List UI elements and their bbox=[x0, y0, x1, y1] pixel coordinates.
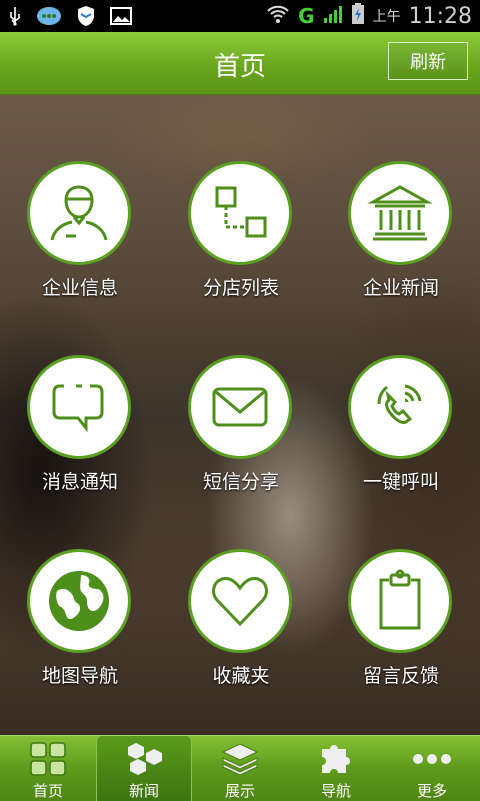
clock: 11:28 bbox=[408, 3, 472, 29]
signal-icon bbox=[323, 4, 343, 28]
puzzle-icon bbox=[316, 741, 356, 777]
tab-more[interactable]: 更多 bbox=[384, 736, 480, 801]
title-bar: 首页 刷新 bbox=[0, 32, 480, 95]
battery-icon bbox=[351, 3, 365, 29]
grid-item-label: 企业信息 bbox=[41, 277, 118, 299]
grid-item-label: 一键呼叫 bbox=[362, 471, 439, 493]
tab-home[interactable]: 首页 bbox=[0, 736, 96, 801]
tab-label: 首页 bbox=[32, 782, 63, 800]
building-icon bbox=[348, 161, 452, 265]
home-grid: 企业信息 分店列表 企业新闻 消息通知 短信分享 一键呼叫 地图导航 收藏夹 留… bbox=[0, 95, 480, 735]
tab-showcase[interactable]: 展示 bbox=[192, 736, 288, 801]
bottom-tab-bar: 首页 新闻 展示 导航 更多 bbox=[0, 735, 480, 801]
am-pm-indicator: 上午 bbox=[372, 9, 401, 25]
grid-item-label: 留言反馈 bbox=[362, 665, 439, 687]
image-icon bbox=[110, 6, 132, 30]
grid-item-one-key-call[interactable]: 一键呼叫 bbox=[326, 355, 476, 525]
grid-item-label: 收藏夹 bbox=[212, 665, 270, 687]
grid-item-label: 短信分享 bbox=[202, 471, 279, 493]
tab-navigation[interactable]: 导航 bbox=[288, 736, 384, 801]
tab-label: 更多 bbox=[416, 782, 447, 800]
hexagons-icon bbox=[125, 741, 165, 777]
grid-item-map-nav[interactable]: 地图导航 bbox=[5, 549, 155, 719]
grid-item-label: 分店列表 bbox=[202, 277, 279, 299]
chat-app-icon bbox=[36, 5, 62, 31]
grid-item-branch-list[interactable]: 分店列表 bbox=[166, 161, 316, 331]
chat-bubble-icon bbox=[27, 355, 131, 459]
grid-item-label: 地图导航 bbox=[41, 665, 118, 687]
network-type: G bbox=[298, 4, 315, 28]
usb-icon bbox=[8, 6, 22, 30]
more-dots-icon bbox=[412, 741, 452, 777]
tab-label: 新闻 bbox=[128, 782, 159, 800]
stack-icon bbox=[220, 741, 260, 777]
tab-label: 展示 bbox=[224, 782, 255, 800]
grid-item-sms-share[interactable]: 短信分享 bbox=[166, 355, 316, 525]
phone-icon bbox=[348, 355, 452, 459]
grid-item-label: 企业新闻 bbox=[362, 277, 439, 299]
wifi-icon bbox=[266, 4, 290, 28]
branch-icon bbox=[188, 161, 292, 265]
globe-icon bbox=[27, 549, 131, 653]
envelope-icon bbox=[188, 355, 292, 459]
shield-app-icon bbox=[76, 5, 96, 31]
grid-item-label: 消息通知 bbox=[41, 471, 118, 493]
refresh-button[interactable]: 刷新 bbox=[388, 42, 468, 80]
grid-icon bbox=[28, 741, 68, 777]
grid-item-message-notice[interactable]: 消息通知 bbox=[5, 355, 155, 525]
person-icon bbox=[27, 161, 131, 265]
tab-news[interactable]: 新闻 bbox=[96, 736, 192, 801]
status-bar: G 上午 11:28 bbox=[0, 0, 480, 32]
grid-item-company-news[interactable]: 企业新闻 bbox=[326, 161, 476, 331]
grid-item-feedback[interactable]: 留言反馈 bbox=[326, 549, 476, 719]
tab-label: 导航 bbox=[320, 782, 351, 800]
grid-item-favorites[interactable]: 收藏夹 bbox=[166, 549, 316, 719]
clipboard-icon bbox=[348, 549, 452, 653]
heart-icon bbox=[188, 549, 292, 653]
grid-item-company-info[interactable]: 企业信息 bbox=[5, 161, 155, 331]
